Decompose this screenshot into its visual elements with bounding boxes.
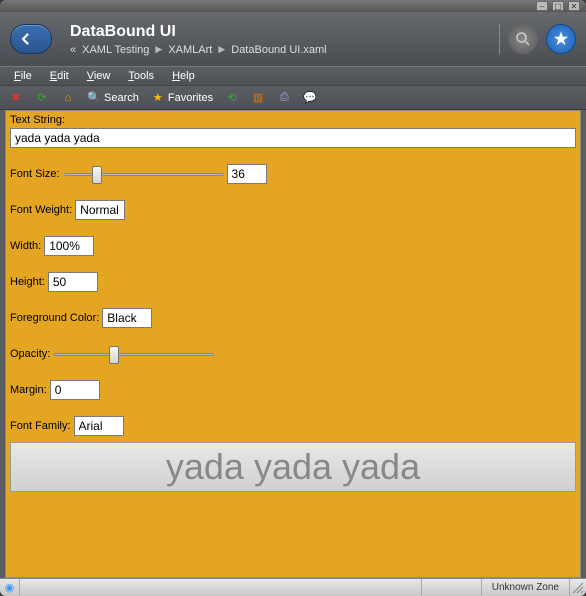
font-weight-label: Font Weight:	[10, 204, 72, 216]
menu-file[interactable]: File	[6, 68, 40, 84]
text-string-label: Text String:	[10, 114, 65, 126]
breadcrumb: « XAML Testing ▶ XAMLArt ▶ DataBound UI.…	[70, 44, 327, 56]
text-string-input[interactable]	[10, 128, 576, 148]
panes-icon: ▥	[251, 91, 265, 105]
status-icon: ◉	[0, 579, 20, 596]
font-family-label: Font Family:	[10, 420, 71, 432]
chevron-right-icon: ▶	[155, 44, 162, 55]
back-button[interactable]	[10, 24, 52, 54]
foreground-label: Foreground Color:	[10, 312, 99, 324]
width-input[interactable]	[44, 236, 94, 256]
divider	[499, 24, 500, 54]
preview-text: yada yada yada	[166, 446, 420, 488]
height-label: Height:	[10, 276, 45, 288]
opacity-slider[interactable]	[54, 344, 214, 364]
font-size-slider[interactable]	[64, 164, 224, 184]
arrow-left-icon	[17, 30, 35, 48]
breadcrumb-item[interactable]: DataBound UI.xaml	[231, 44, 326, 56]
breadcrumb-item[interactable]: XAMLArt	[168, 44, 212, 56]
breadcrumb-item[interactable]: XAML Testing	[82, 44, 149, 56]
print-icon: ⎙	[277, 91, 291, 105]
font-size-label: Font Size:	[10, 168, 60, 180]
font-family-input[interactable]	[74, 416, 124, 436]
close-button[interactable]: ✕	[568, 1, 580, 11]
breadcrumb-chevrons[interactable]: «	[70, 44, 76, 56]
x-icon: ✖	[9, 91, 23, 105]
margin-input[interactable]	[50, 380, 100, 400]
chat-icon: 💬	[303, 91, 317, 105]
menu-view[interactable]: View	[79, 68, 119, 84]
height-input[interactable]	[48, 272, 98, 292]
width-label: Width:	[10, 240, 41, 252]
preview-area: yada yada yada	[10, 442, 576, 492]
tool-panes[interactable]: ▥	[248, 89, 268, 107]
menu-edit[interactable]: Edit	[42, 68, 77, 84]
tool-home[interactable]: ⌂	[58, 89, 78, 107]
tool-stop[interactable]: ✖	[6, 89, 26, 107]
resize-grip-icon[interactable]	[570, 579, 586, 596]
page-title: DataBound UI	[70, 23, 327, 41]
maximize-button[interactable]: ▢	[552, 1, 564, 11]
tool-print[interactable]: ⎙	[274, 89, 294, 107]
margin-label: Margin:	[10, 384, 47, 396]
menu-tools[interactable]: Tools	[120, 68, 162, 84]
header: DataBound UI « XAML Testing ▶ XAMLArt ▶ …	[0, 12, 586, 66]
security-zone-label: Unknown Zone	[492, 582, 559, 593]
search-icon: 🔍	[87, 91, 101, 105]
tool-search[interactable]: 🔍Search	[84, 89, 142, 107]
foreground-input[interactable]	[102, 308, 152, 328]
font-size-input[interactable]	[227, 164, 267, 184]
refresh-icon: ⟳	[35, 91, 49, 105]
favorites-star-button[interactable]	[546, 24, 576, 54]
font-weight-input[interactable]	[75, 200, 125, 220]
toolbar: ✖ ⟳ ⌂ 🔍Search ★Favorites ⟲ ▥ ⎙ 💬	[0, 86, 586, 110]
tool-chat[interactable]: 💬	[300, 89, 320, 107]
star-icon: ★	[151, 91, 165, 105]
content-panel: Text String: Font Size: Font Weight: Wid…	[5, 110, 581, 578]
tool-sync[interactable]: ⟲	[222, 89, 242, 107]
tool-favorites[interactable]: ★Favorites	[148, 89, 216, 107]
statusbar: ◉ Unknown Zone	[0, 578, 586, 596]
tool-refresh[interactable]: ⟳	[32, 89, 52, 107]
app-window: – ▢ ✕ DataBound UI « XAML Testing ▶ XAML…	[0, 0, 586, 596]
magnifier-icon[interactable]	[508, 24, 538, 54]
menu-help[interactable]: Help	[164, 68, 203, 84]
menubar: File Edit View Tools Help	[0, 66, 586, 86]
home-icon: ⌂	[61, 91, 75, 105]
chevron-right-icon: ▶	[218, 44, 225, 55]
minimize-button[interactable]: –	[536, 1, 548, 11]
titlebar: – ▢ ✕	[0, 0, 586, 12]
sync-icon: ⟲	[225, 91, 239, 105]
opacity-label: Opacity:	[10, 348, 50, 360]
